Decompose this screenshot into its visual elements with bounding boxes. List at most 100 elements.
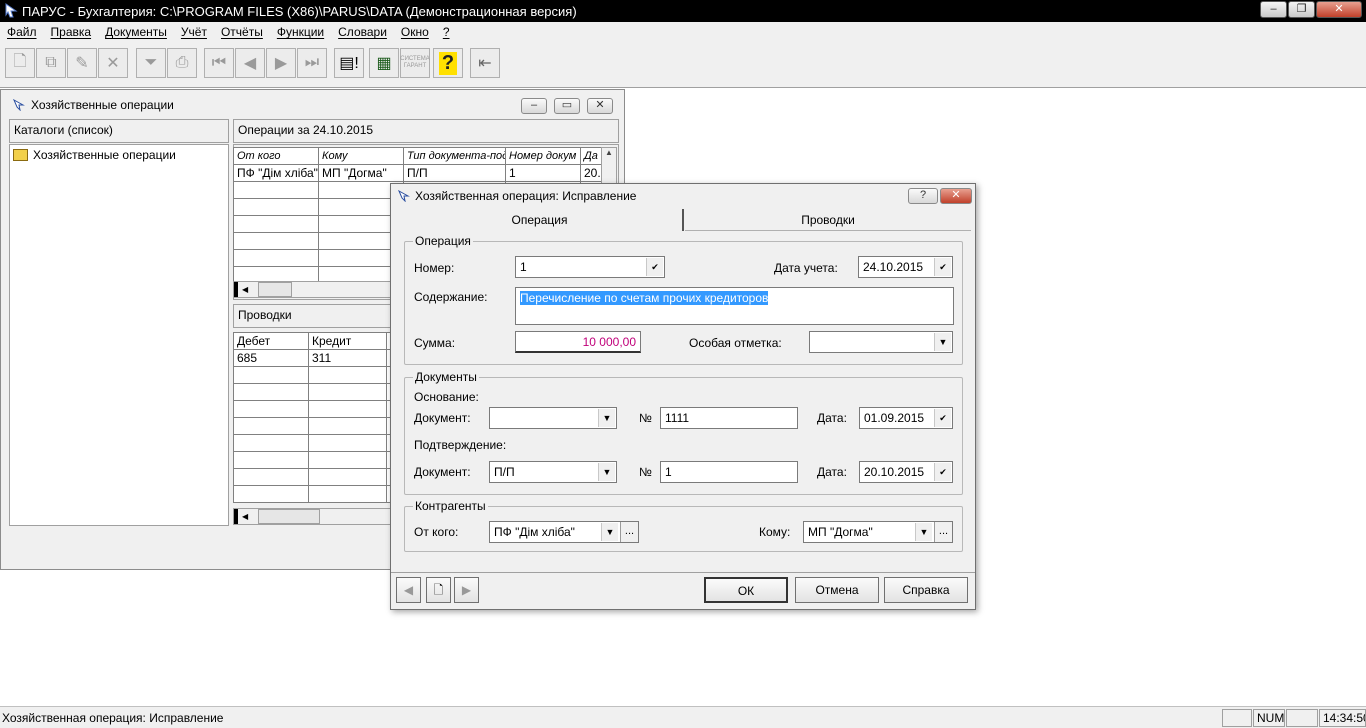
content-field[interactable]: Перечисление по счетам прочих кредиторов — [515, 287, 954, 325]
scroll-left-icon[interactable]: ◀ — [242, 509, 248, 524]
next-record-icon[interactable]: ▶ — [454, 577, 479, 603]
minimize-button[interactable]: – — [1260, 1, 1287, 18]
chevron-down-icon[interactable]: ▼ — [598, 463, 615, 481]
number-field[interactable]: 1 ✔ — [515, 256, 665, 278]
child-close-button[interactable]: ✕ — [587, 98, 613, 114]
cancel-button[interactable]: Отмена — [795, 577, 879, 603]
menu-dictionaries[interactable]: Словари — [338, 25, 387, 39]
sum-field[interactable]: 10 000,00 — [515, 331, 641, 353]
restore-button[interactable]: ❐ — [1288, 1, 1315, 18]
ops-col-date[interactable]: Да — [580, 147, 602, 165]
scroll-left-icon[interactable]: ◀ — [242, 282, 248, 297]
tab-postings[interactable]: Проводки — [685, 209, 971, 231]
calculator-icon[interactable]: ▦ — [369, 48, 399, 78]
system-garant-icon[interactable]: СИСТЕМА ГАРАНТ — [400, 48, 430, 78]
ops-col-doctype[interactable]: Тип документа-под — [403, 147, 506, 165]
menu-edit[interactable]: Правка — [51, 25, 92, 39]
ok-button[interactable]: ОК — [704, 577, 788, 603]
ops-hscroll[interactable]: ◀ — [233, 281, 391, 298]
from-select[interactable]: ПФ "Дім хліба" ▼ ... — [489, 521, 639, 543]
new-record-icon[interactable]: 🗋 — [426, 577, 451, 603]
next-record-icon[interactable]: ▶ — [266, 48, 296, 78]
confirm-no-field[interactable]: 1 — [660, 461, 798, 483]
print-icon[interactable]: ⎙ — [167, 48, 197, 78]
post-cell: 311 — [308, 349, 387, 367]
chevron-down-icon[interactable]: ▼ — [601, 523, 618, 541]
first-record-icon[interactable]: ⏮ — [204, 48, 234, 78]
exit-icon[interactable]: ⇤ — [470, 48, 500, 78]
table-row[interactable] — [233, 451, 394, 469]
postings-hscroll[interactable]: ◀ — [233, 508, 391, 525]
menu-help[interactable]: ? — [443, 25, 450, 39]
special-mark-select[interactable]: ▼ — [809, 331, 953, 353]
confirm-date-label: Дата: — [817, 465, 847, 479]
basis-doc-select[interactable]: ▼ — [489, 407, 617, 429]
accounting-date-value: 24.10.2015 — [863, 260, 924, 274]
edit-doc-icon[interactable]: ✎ — [67, 48, 97, 78]
post-header-row: Дебет Кредит Н — [233, 332, 394, 350]
garant-label: СИСТЕМА ГАРАНТ — [400, 56, 430, 69]
chevron-down-icon[interactable]: ▼ — [934, 333, 951, 351]
basis-date-field[interactable]: 01.09.2015 ✔ — [859, 407, 953, 429]
ops-col-from[interactable]: От кого — [233, 147, 319, 165]
table-row[interactable] — [233, 383, 394, 401]
table-row[interactable] — [233, 400, 394, 418]
scroll-up-icon[interactable]: ▲ — [602, 148, 616, 157]
scroll-thumb[interactable] — [258, 509, 320, 524]
postings-header: Проводки — [233, 304, 393, 328]
confirm-doc-select[interactable]: П/П ▼ — [489, 461, 617, 483]
table-row[interactable] — [233, 366, 394, 384]
confirm-label: Подтверждение: — [414, 438, 507, 452]
report-icon[interactable]: ▤! — [334, 48, 364, 78]
accounting-date-field[interactable]: 24.10.2015 ✔ — [858, 256, 953, 278]
confirm-date-field[interactable]: 20.10.2015 ✔ — [859, 461, 953, 483]
last-record-icon[interactable]: ⏭ — [297, 48, 327, 78]
dialog-close-button[interactable]: ✕ — [940, 188, 972, 204]
table-row[interactable]: ПФ "Дім хліба" МП "Догма" П/П 1 20. — [233, 164, 602, 182]
ops-col-docnum[interactable]: Номер докум — [505, 147, 581, 165]
menu-window[interactable]: Окно — [401, 25, 429, 39]
prev-record-icon[interactable]: ◀ — [235, 48, 265, 78]
menu-functions[interactable]: Функции — [277, 25, 324, 39]
ops-col-to[interactable]: Кому — [318, 147, 404, 165]
menu-reports[interactable]: Отчёты — [221, 25, 263, 39]
child-minimize-button[interactable]: – — [521, 98, 547, 114]
from-value: ПФ "Дім хліба" — [494, 525, 575, 539]
catalog-item[interactable]: Хозяйственные операции — [13, 148, 176, 162]
table-row[interactable]: 685 311 — [233, 349, 394, 367]
menu-bar: Файл Правка Документы Учёт Отчёты Функци… — [0, 22, 1366, 42]
table-row[interactable] — [233, 417, 394, 435]
menu-file[interactable]: Файл — [7, 25, 37, 39]
check-dropdown-icon[interactable]: ✔ — [934, 463, 951, 481]
check-dropdown-icon[interactable]: ✔ — [646, 258, 663, 276]
help-button[interactable]: Справка — [884, 577, 968, 603]
table-row[interactable] — [233, 485, 394, 503]
table-row[interactable] — [233, 468, 394, 486]
basis-no-field[interactable]: 1111 — [660, 407, 798, 429]
special-mark-label: Особая отметка: — [689, 336, 782, 350]
post-col-credit[interactable]: Кредит — [308, 332, 387, 350]
prev-record-icon[interactable]: ◀ — [396, 577, 421, 603]
dialog-help-button[interactable]: ? — [908, 188, 938, 204]
child-maximize-button[interactable]: ▭ — [554, 98, 580, 114]
delete-icon[interactable]: ✕ — [98, 48, 128, 78]
catalog-item-label: Хозяйственные операции — [33, 148, 176, 162]
chevron-down-icon[interactable]: ▼ — [598, 409, 615, 427]
help-icon[interactable]: ? — [433, 48, 463, 78]
copy-doc-icon[interactable]: ⧉ — [36, 48, 66, 78]
check-dropdown-icon[interactable]: ✔ — [934, 409, 951, 427]
menu-documents[interactable]: Документы — [105, 25, 167, 39]
scroll-thumb[interactable] — [258, 282, 292, 297]
ellipsis-button[interactable]: ... — [934, 522, 952, 542]
check-dropdown-icon[interactable]: ✔ — [934, 258, 951, 276]
filter-icon[interactable]: ⏷ — [136, 48, 166, 78]
ellipsis-button[interactable]: ... — [620, 522, 638, 542]
close-button[interactable]: ✕ — [1316, 1, 1362, 18]
to-select[interactable]: МП "Догма" ▼ ... — [803, 521, 953, 543]
tab-operation[interactable]: Операция — [397, 209, 684, 231]
new-doc-icon[interactable]: 🗋 — [5, 48, 35, 78]
chevron-down-icon[interactable]: ▼ — [915, 523, 932, 541]
menu-accounting[interactable]: Учёт — [181, 25, 207, 39]
table-row[interactable] — [233, 434, 394, 452]
post-col-debit[interactable]: Дебет — [233, 332, 309, 350]
